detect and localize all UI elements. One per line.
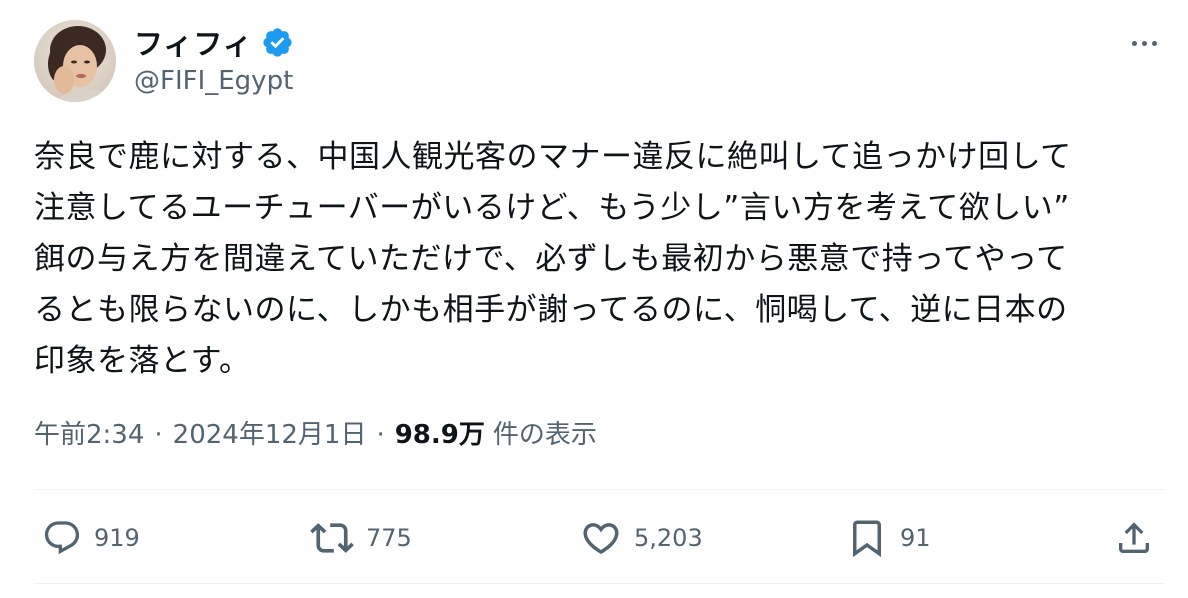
heart-icon [583, 523, 619, 555]
tweet-text: 奈良で鹿に対する、中国人観光客のマナー違反に絶叫して追っかけ回して 注意してるユ… [34, 139, 1072, 379]
divider-top [34, 489, 1164, 490]
tweet-meta: 午前2:34 · 2024年12月1日 · 98.9万 件の表示 [34, 414, 597, 451]
meta-separator: · [154, 420, 163, 450]
reply-button[interactable]: 919 [42, 516, 140, 560]
retweet-button[interactable]: 775 [310, 516, 412, 560]
like-count: 5,203 [634, 524, 703, 552]
more-options-button[interactable] [1124, 28, 1164, 58]
author-handle[interactable]: @FIFI_Egypt [134, 66, 293, 96]
reply-icon [44, 521, 80, 555]
retweet-count: 775 [366, 524, 412, 552]
tweet-time[interactable]: 午前2:34 [34, 414, 144, 451]
views-count[interactable]: 98.9万 [395, 414, 485, 451]
more-dot [1151, 40, 1157, 46]
like-button[interactable]: 5,203 [580, 516, 703, 560]
meta-separator: · [376, 420, 385, 450]
bookmark-icon [853, 520, 881, 558]
action-bar: 919 775 5,203 91 [34, 498, 1164, 578]
bookmark-button[interactable]: 91 [846, 516, 931, 560]
tweet: フィフィ @FIFI_Egypt 奈良で鹿に対する、中国人観光客のマナー違反に絶… [0, 0, 1188, 598]
share-button[interactable] [1114, 516, 1154, 560]
verified-badge-icon[interactable] [261, 26, 294, 59]
avatar-image [34, 20, 116, 102]
divider-bottom [34, 583, 1164, 584]
views-label: 件の表示 [492, 420, 597, 450]
share-icon [1119, 522, 1149, 553]
more-dot [1141, 40, 1147, 46]
avatar[interactable] [34, 20, 116, 102]
tweet-date[interactable]: 2024年12月1日 [173, 414, 367, 451]
author-display-name[interactable]: フィフィ [134, 21, 253, 63]
bookmark-count: 91 [900, 524, 931, 552]
author-name-row: フィフィ [134, 22, 294, 62]
retweet-icon [310, 523, 354, 553]
more-horizontal-icon [1131, 40, 1137, 46]
reply-count: 919 [94, 524, 140, 552]
